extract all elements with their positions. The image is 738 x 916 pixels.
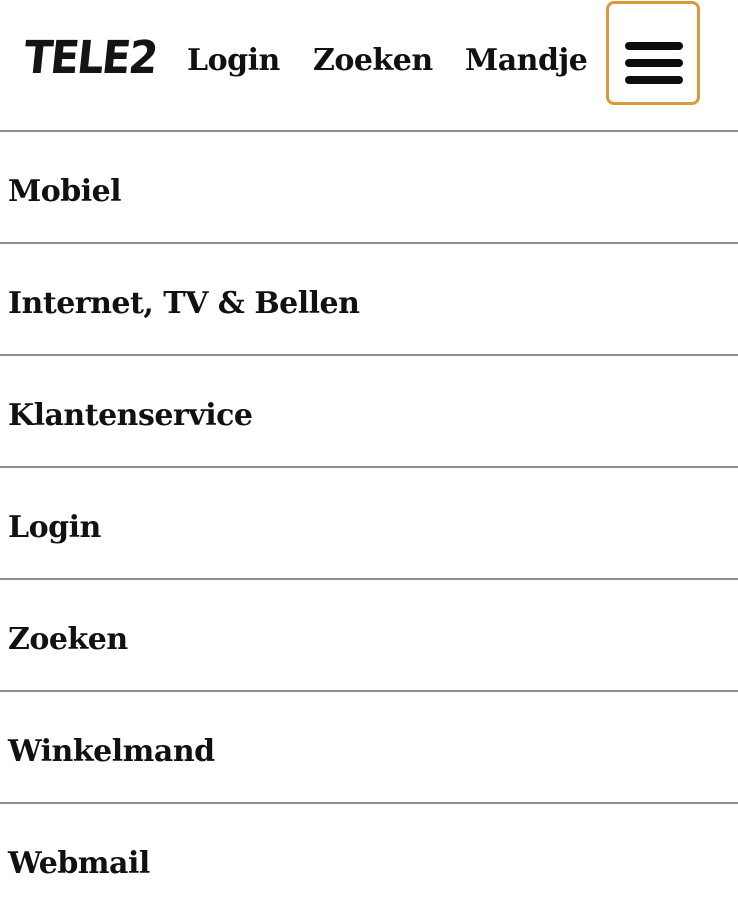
header-search-link[interactable]: Zoeken (313, 40, 433, 82)
menu-item-internet-tv-bellen[interactable]: Internet, TV & Bellen (0, 244, 738, 356)
menu-item-zoeken[interactable]: Zoeken (0, 580, 738, 692)
menu-item-label: Webmail (8, 846, 150, 881)
menu-item-label: Internet, TV & Bellen (8, 286, 360, 321)
menu-item-label: Mobiel (8, 174, 122, 209)
menu-item-login[interactable]: Login (0, 468, 738, 580)
tele2-logo[interactable]: TELE2 (21, 28, 159, 88)
menu-item-klantenservice[interactable]: Klantenservice (0, 356, 738, 468)
header-cart-link[interactable]: Mandje (465, 40, 588, 82)
menu-item-label: Zoeken (8, 622, 128, 657)
site-header: TELE2 Login Zoeken Mandje (0, 0, 738, 132)
menu-item-label: Login (8, 510, 101, 545)
navigation-menu: Mobiel Internet, TV & Bellen Klantenserv… (0, 132, 738, 916)
menu-item-mobiel[interactable]: Mobiel (0, 132, 738, 244)
menu-item-label: Klantenservice (8, 398, 253, 433)
menu-item-webmail[interactable]: Webmail (0, 804, 738, 916)
menu-item-label: Winkelmand (8, 734, 215, 769)
menu-toggle-button[interactable] (606, 1, 700, 105)
header-login-link[interactable]: Login (187, 40, 280, 82)
menu-item-winkelmand[interactable]: Winkelmand (0, 692, 738, 804)
